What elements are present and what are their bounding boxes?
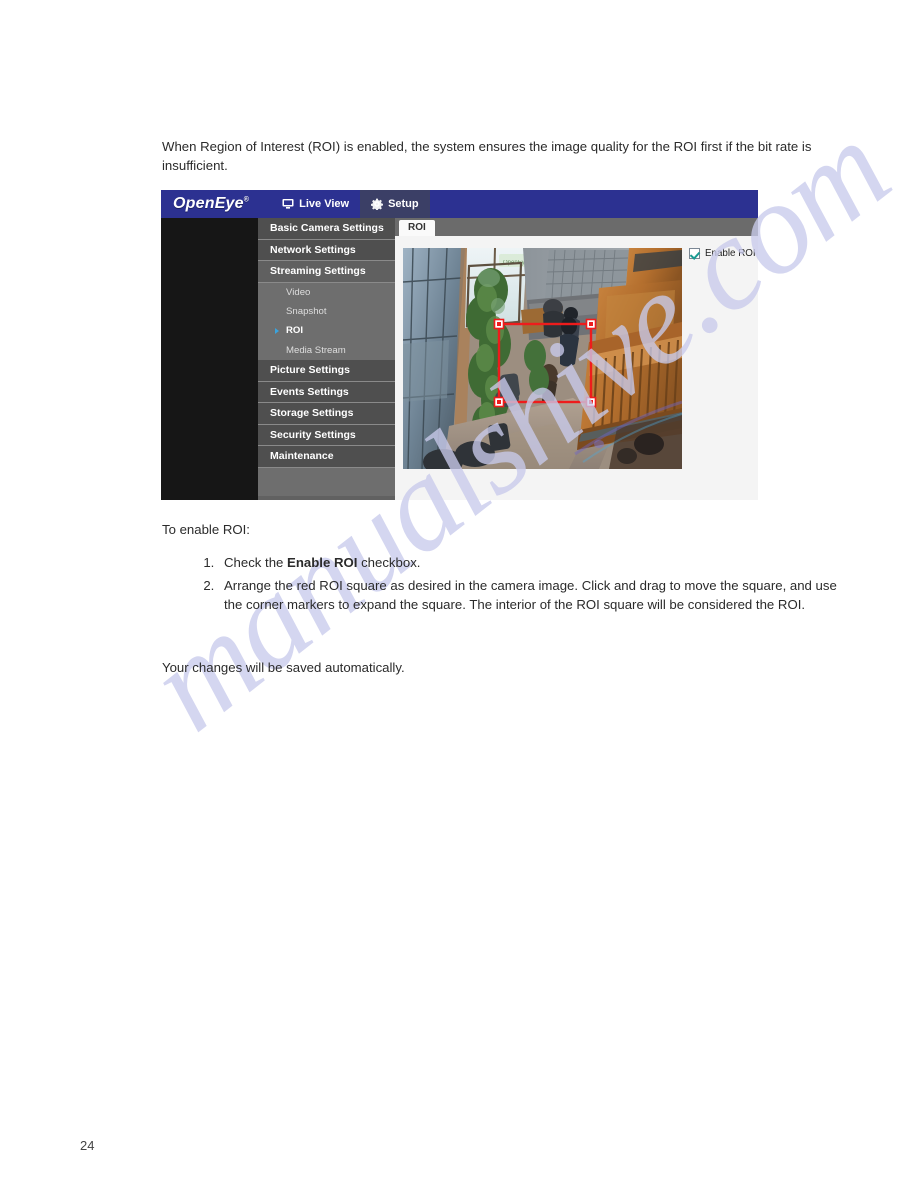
step-bold: Enable ROI xyxy=(287,555,358,570)
app-top-bar: OpenEye® Live View Setup xyxy=(161,190,758,218)
content-region: ROI OpenEye Enable ROI xyxy=(395,218,758,500)
intro-paragraph: When Region of Interest (ROI) is enabled… xyxy=(162,139,812,173)
active-arrow-icon xyxy=(275,328,279,335)
sidebar-item-basic-camera-settings[interactable]: Basic Camera Settings xyxy=(258,218,395,240)
sidebar-sublabel: Snapshot xyxy=(286,306,327,318)
sidebar-label: Picture Settings xyxy=(270,363,350,376)
brand-name: OpenEye xyxy=(173,195,244,212)
page-number: 24 xyxy=(80,1138,95,1153)
registered-mark: ® xyxy=(243,196,250,204)
sidebar-label: Storage Settings xyxy=(270,407,354,420)
openeye-camera-ui-screenshot: OpenEye® Live View Setup Basic Camera Se… xyxy=(161,190,758,500)
sidebar-sublabel: Video xyxy=(286,286,311,298)
sidebar-item-maintenance[interactable]: Maintenance xyxy=(258,446,395,468)
content-tabstrip: ROI xyxy=(395,218,758,236)
step-prefix: Check the xyxy=(224,555,288,570)
sidebar-item-security-settings[interactable]: Security Settings xyxy=(258,424,395,447)
sidebar-label: Streaming Settings xyxy=(270,265,366,278)
tab-roi-label: ROI xyxy=(408,222,426,233)
sidebar-subitem-media-stream[interactable]: Media Stream xyxy=(258,340,395,360)
sidebar-item-storage-settings[interactable]: Storage Settings xyxy=(258,403,395,425)
enable-roi-checkbox[interactable] xyxy=(689,248,700,259)
enable-roi-control[interactable]: Enable ROI xyxy=(689,248,756,259)
step-suffix: checkbox. xyxy=(357,555,421,570)
sidebar-filler xyxy=(258,467,395,496)
sidebar-item-picture-settings[interactable]: Picture Settings xyxy=(258,359,395,382)
tab-roi[interactable]: ROI xyxy=(399,220,435,236)
openeye-logo: OpenEye® xyxy=(173,195,249,213)
sidebar-item-network-settings[interactable]: Network Settings xyxy=(258,239,395,262)
tab-live-view[interactable]: Live View xyxy=(271,190,360,218)
sidebar-sublabel: Media Stream xyxy=(286,344,346,356)
sidebar-subitem-roi[interactable]: ROI xyxy=(258,321,395,341)
list-item: Arrange the red ROI square as desired in… xyxy=(218,577,858,614)
sidebar-sublabel: ROI xyxy=(286,325,304,337)
monitor-icon xyxy=(282,198,294,210)
left-dark-rail xyxy=(161,218,258,500)
sidebar-item-events-settings[interactable]: Events Settings xyxy=(258,381,395,404)
sidebar-item-streaming-settings[interactable]: Streaming Settings xyxy=(258,261,395,283)
tab-live-view-label: Live View xyxy=(299,198,350,210)
sidebar-label: Maintenance xyxy=(270,450,334,463)
to-enable-roi-heading: To enable ROI: xyxy=(162,522,250,537)
sidebar-label: Security Settings xyxy=(270,428,356,441)
camera-image: OpenEye xyxy=(403,248,682,469)
enable-roi-label: Enable ROI xyxy=(705,248,756,259)
sidebar-label: Basic Camera Settings xyxy=(270,222,384,234)
list-item: Check the Enable ROI checkbox. xyxy=(218,554,858,572)
tab-setup[interactable]: Setup xyxy=(360,190,430,218)
settings-sidebar: Basic Camera Settings Network Settings S… xyxy=(258,218,395,500)
camera-preview[interactable]: OpenEye xyxy=(403,248,682,469)
closing-paragraph: Your changes will be saved automatically… xyxy=(162,660,405,675)
tab-setup-label: Setup xyxy=(388,198,419,210)
sidebar-subitem-snapshot[interactable]: Snapshot xyxy=(258,302,395,322)
sidebar-label: Events Settings xyxy=(270,385,349,398)
sidebar-subitem-video[interactable]: Video xyxy=(258,282,395,303)
step-prefix: Arrange the red ROI square as desired in… xyxy=(224,578,837,612)
sidebar-label: Network Settings xyxy=(270,243,356,256)
steps-list: Check the Enable ROI checkbox. Arrange t… xyxy=(186,554,858,619)
gear-icon xyxy=(371,198,384,211)
